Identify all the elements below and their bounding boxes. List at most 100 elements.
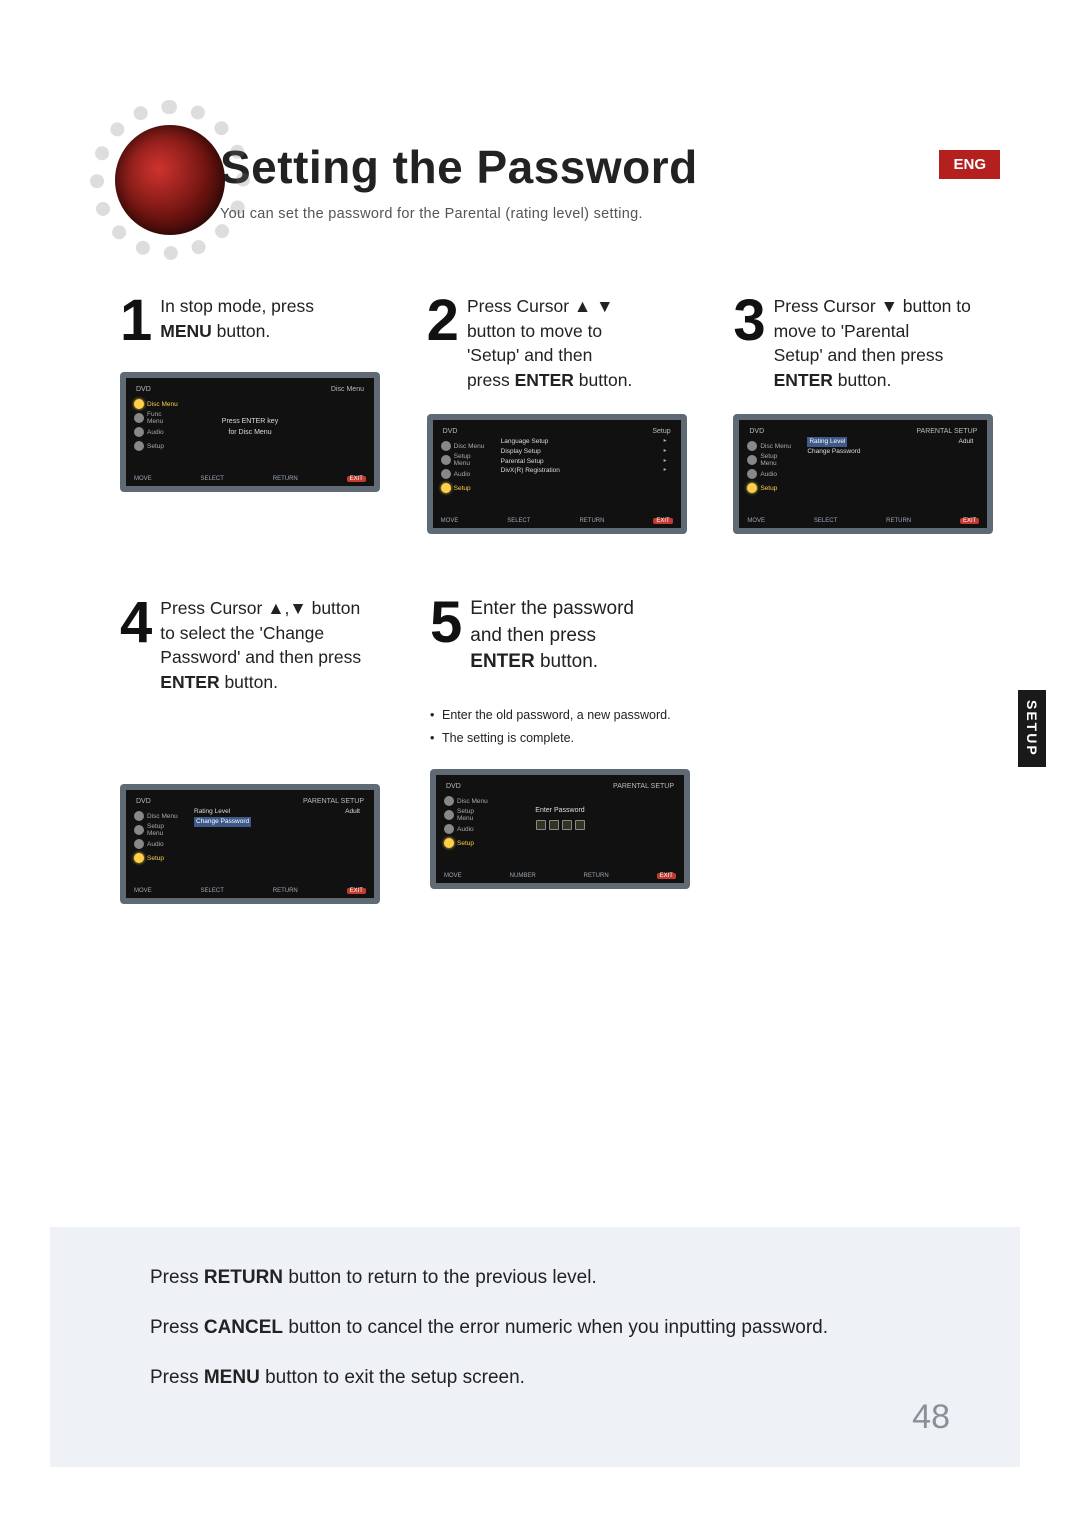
text: button to exit the setup screen. xyxy=(265,1367,525,1388)
tv-hint: RETURN xyxy=(886,518,911,524)
tv-left-item: Audio xyxy=(147,429,164,436)
language-badge: ENG xyxy=(939,150,1000,179)
tv-row-value: Adult xyxy=(345,807,360,817)
tv-top-left: DVD xyxy=(446,783,461,790)
step-4-number: 4 xyxy=(120,594,152,694)
tv-left-item: Setup xyxy=(454,485,471,492)
tv-top-left: DVD xyxy=(749,428,764,435)
step-5-number: 5 xyxy=(430,594,462,676)
step-4-line4-post: button. xyxy=(224,672,278,692)
tv-top-right: PARENTAL SETUP xyxy=(613,783,674,790)
tv-row: Display Setup xyxy=(501,447,541,457)
tv-hint-exit: EXIT xyxy=(347,476,366,482)
tv-hint: MOVE xyxy=(444,873,462,879)
tv-top-right: PARENTAL SETUP xyxy=(916,428,977,435)
tv-row-value: Adult xyxy=(959,437,974,447)
bullet-item: Enter the old password, a new password. xyxy=(430,706,690,725)
tv-parental-list: Rating Level Adult Change Password xyxy=(194,807,364,827)
page-header: Setting the Password You can set the pas… xyxy=(90,100,1020,222)
tv-left-item: Audio xyxy=(760,471,777,478)
tv-hint-exit: EXIT xyxy=(657,873,676,879)
tv-bottom-hints: MOVE SELECT RETURN EXIT xyxy=(441,518,673,524)
text: Press xyxy=(150,1267,204,1288)
step-2-line4-post: button. xyxy=(579,370,633,390)
step-1-text: In stop mode, press MENU button. xyxy=(160,292,314,350)
section-tab: SETUP xyxy=(1018,690,1046,767)
tv-hint: SELECT xyxy=(201,476,224,482)
step-5-line3-bold: ENTER xyxy=(470,651,534,672)
step-1-screenshot: DVD Disc Menu Disc Menu Func Menu Audio … xyxy=(120,372,380,492)
tv-top-right: Setup xyxy=(652,428,670,435)
tv-left-menu: Disc Menu Setup Menu Audio Setup xyxy=(441,440,485,494)
text: button to return to the previous level. xyxy=(288,1267,596,1288)
tv-row-label: Change Password xyxy=(194,817,251,827)
footer-notes: Press RETURN button to return to the pre… xyxy=(50,1227,1020,1467)
step-2-text: Press Cursor ▲ ▼ button to move to 'Setu… xyxy=(467,292,632,392)
tv-hint: SELECT xyxy=(507,518,530,524)
tv-top-left: DVD xyxy=(136,798,151,805)
step-3-screenshot: DVD PARENTAL SETUP Disc Menu Setup Menu … xyxy=(733,414,993,534)
return-button-label: RETURN xyxy=(204,1267,283,1288)
step-5-bullets: Enter the old password, a new password. … xyxy=(430,706,690,748)
tv-hint-exit: EXIT xyxy=(653,518,672,524)
tv-top-right: PARENTAL SETUP xyxy=(303,798,364,805)
tv-enter-password-label: Enter Password xyxy=(535,807,584,814)
step-3-text: Press Cursor ▼ button to move to 'Parent… xyxy=(774,292,971,392)
tv-row: DivX(R) Registration xyxy=(501,466,560,476)
tv-left-item: Audio xyxy=(454,471,471,478)
tv-bottom-hints: MOVE NUMBER RETURN EXIT xyxy=(444,873,676,879)
step-5-line2: and then press xyxy=(470,625,596,646)
cancel-button-label: CANCEL xyxy=(204,1317,283,1338)
tv-top-left: DVD xyxy=(443,428,458,435)
tv-left-item: Setup xyxy=(457,840,474,847)
tv-top-left: DVD xyxy=(136,386,151,393)
step-1-number: 1 xyxy=(120,292,152,350)
tv-left-item: Audio xyxy=(457,826,474,833)
tv-left-item: Setup Menu xyxy=(454,453,485,467)
tv-top-right: Disc Menu xyxy=(331,386,364,393)
step-2-line4-pre: press xyxy=(467,370,515,390)
step-5-line1: Enter the password xyxy=(470,598,634,619)
step-3-line2: move to 'Parental xyxy=(774,321,910,341)
tv-hint: NUMBER xyxy=(510,873,536,879)
tv-hint: RETURN xyxy=(273,476,298,482)
tv-parental-list: Rating LevelAdult Change Password xyxy=(807,437,977,457)
footer-line-3: Press MENU button to exit the setup scre… xyxy=(150,1367,970,1389)
tv-hint: RETURN xyxy=(579,518,604,524)
tv-center-msg-1: Press ENTER key xyxy=(222,418,278,425)
tv-left-item: Setup xyxy=(760,485,777,492)
tv-hint: MOVE xyxy=(134,888,152,894)
tv-left-item: Disc Menu xyxy=(454,443,485,450)
tv-left-item: Audio xyxy=(147,841,164,848)
text: Press xyxy=(150,1367,204,1388)
tv-left-item: Setup xyxy=(147,443,164,450)
step-2-line4-bold: ENTER xyxy=(515,370,574,390)
tv-bottom-hints: MOVE SELECT RETURN EXIT xyxy=(134,476,366,482)
tv-hint: RETURN xyxy=(584,873,609,879)
step-4-line3: Password' and then press xyxy=(160,647,361,667)
step-3-line4-bold: ENTER xyxy=(774,370,833,390)
tv-hint: SELECT xyxy=(814,518,837,524)
tv-hint: MOVE xyxy=(441,518,459,524)
step-3-number: 3 xyxy=(733,292,765,392)
step-3-line3: Setup' and then press xyxy=(774,345,944,365)
tv-hint: MOVE xyxy=(747,518,765,524)
tv-center-msg-2: for Disc Menu xyxy=(228,429,271,436)
bullet-item: The setting is complete. xyxy=(430,729,690,748)
step-4-text: Press Cursor ▲,▼ button to select the 'C… xyxy=(160,594,361,694)
tv-left-item: Func Menu xyxy=(147,411,178,425)
tv-hint: RETURN xyxy=(273,888,298,894)
tv-left-item: Disc Menu xyxy=(147,401,178,408)
step-4: 4 Press Cursor ▲,▼ button to select the … xyxy=(120,594,410,904)
tv-row-label: Rating Level xyxy=(194,807,230,817)
tv-left-item: Setup Menu xyxy=(457,808,488,822)
footer-line-2: Press CANCEL button to cancel the error … xyxy=(150,1317,970,1339)
steps-row-2: 4 Press Cursor ▲,▼ button to select the … xyxy=(120,594,1020,904)
tv-row: Parental Setup xyxy=(501,457,544,467)
step-2-line3: 'Setup' and then xyxy=(467,345,592,365)
text: Press xyxy=(150,1317,204,1338)
tv-left-item: Setup xyxy=(147,855,164,862)
tv-bottom-hints: MOVE SELECT RETURN EXIT xyxy=(134,888,366,894)
tv-left-item: Disc Menu xyxy=(457,798,488,805)
step-1: 1 In stop mode, press MENU button. DVD D… xyxy=(120,292,407,534)
